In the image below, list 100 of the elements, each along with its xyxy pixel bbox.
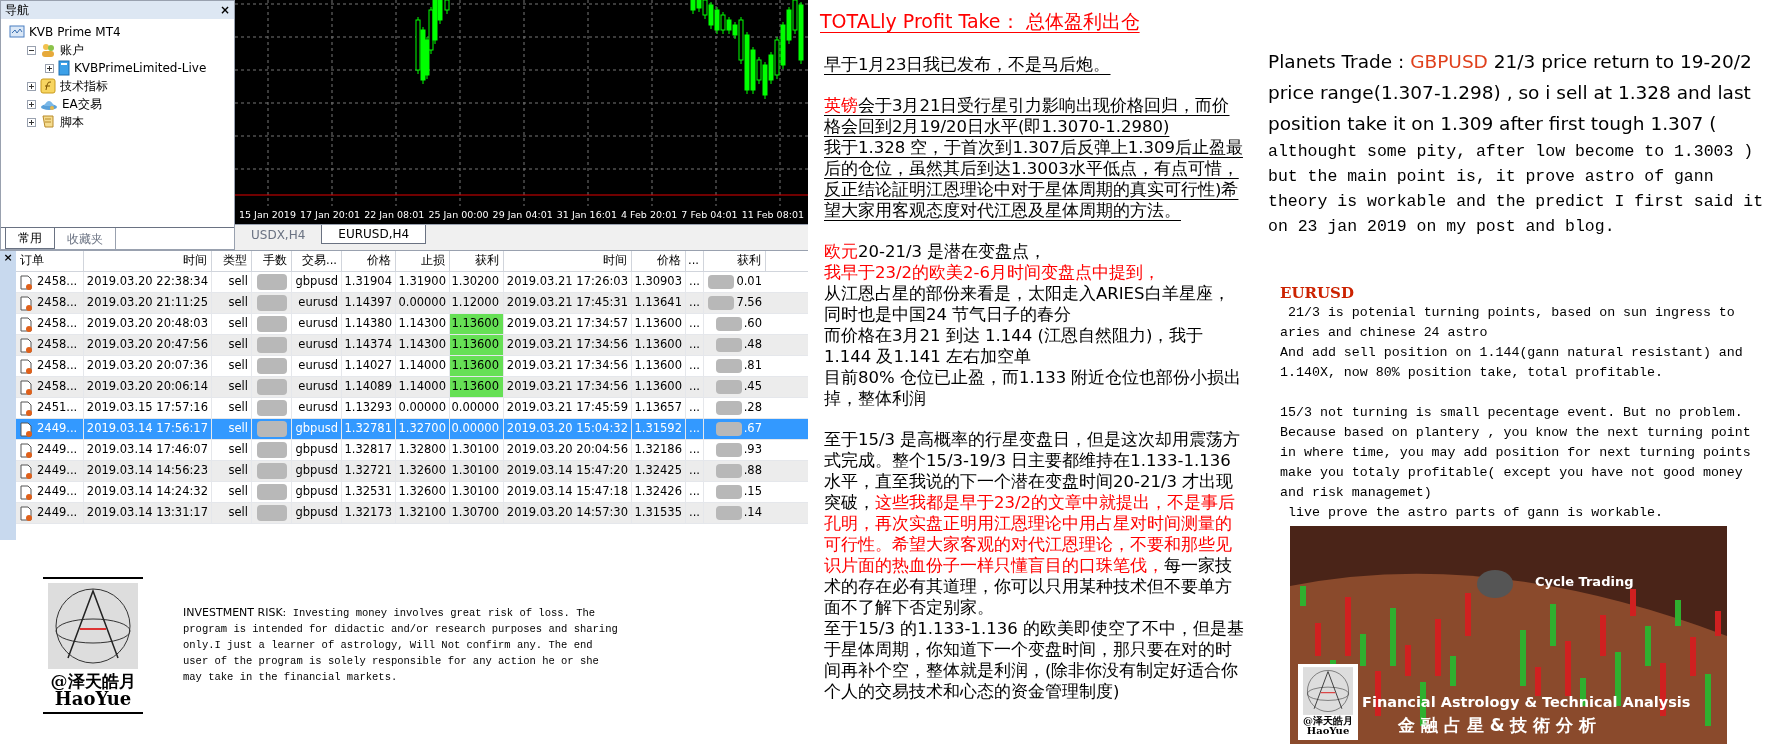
candle (1345, 597, 1351, 656)
expand-toggle-icon[interactable] (27, 117, 36, 127)
expand-toggle-icon[interactable] (45, 63, 54, 73)
tree-item[interactable]: EA交易 (62, 95, 102, 113)
column-header[interactable]: 交易... (292, 251, 342, 271)
redaction-blur (256, 295, 287, 311)
article-paragraph: 我于1.328 空，于首次到1.307后反弹上1.309后止盈最后的仓位，虽然其后到达1.3003水平低点，有点可惜，反正结论証明江恩理论中对于星体周期的真实可行性)希望大家用客观态度对代江恩及星体周期的方法。 (824, 137, 1244, 221)
table-cell: 1.14397 (342, 293, 396, 313)
table-cell: 1.30100 (450, 440, 504, 460)
redaction-blur (256, 442, 287, 458)
order-row[interactable]: 2458... 2019.03.20 22:38:34 sell gbpusd 1.31904 1.31900 1.30200 2019.03.21 17:26:03 1.30903 ... 0.01 (16, 272, 808, 293)
column-header[interactable]: 价格 (342, 251, 396, 271)
candle (1465, 593, 1471, 636)
table-cell: 1.31904 (342, 272, 396, 292)
table-cell: 2449... (37, 441, 78, 459)
order-row[interactable]: 2449... 2019.03.14 14:56:23 sell gbpusd 1.32721 1.32600 1.30100 2019.03.14 15:47:20 1.32425 ... .88 (16, 461, 808, 482)
axis-label: 22 Jan 08:01 (364, 207, 425, 222)
article-paragraph: 英镑会于3月21日受行星引力影响出现价格回归，而价格会回到2月19/20日水平(即1.3070-1.2980) (824, 95, 1231, 137)
close-button[interactable]: × (3, 251, 13, 263)
tree-item[interactable]: 脚本 (60, 113, 84, 131)
order-row[interactable]: 2458... 2019.03.20 21:11:25 sell eurusd 1.14397 0.00000 1.12000 2019.03.21 17:45:31 1.13641 ... 7.56 (16, 293, 808, 314)
collapse-toggle-icon[interactable] (27, 45, 36, 55)
order-icon (20, 505, 33, 521)
article-paragraph: 而价格在3月21 到达 1.144 (江恩自然阻力)，我于1.144 及1.141 左右加空单 (824, 325, 1205, 367)
order-row[interactable]: 2449... 2019.03.14 17:46:07 sell gbpusd 1.32817 1.32800 1.30100 2019.03.20 20:04:56 1.32186 ... .93 (16, 440, 808, 461)
tree-item[interactable]: KVB Prime MT4 (29, 23, 121, 41)
table-cell: 2019.03.14 14:56:23 (84, 461, 212, 481)
table-cell: eurusd (292, 356, 342, 376)
tree-item[interactable]: 账户 (60, 41, 84, 59)
table-cell: .28 (743, 399, 762, 417)
tree-item[interactable]: 技术指标 (60, 77, 108, 95)
candle (1705, 674, 1711, 726)
column-header[interactable]: 止损 (396, 251, 450, 271)
table-cell: 2019.03.15 17:57:16 (84, 398, 212, 418)
table-cell: ... (686, 293, 704, 313)
column-header[interactable]: 获利 (450, 251, 504, 271)
chart-tab[interactable]: USDX,H4 (235, 225, 322, 244)
tree-item[interactable]: KVBPrimeLimited-Live (74, 59, 207, 77)
candle (1690, 637, 1696, 676)
column-header[interactable]: 手数 (252, 251, 292, 271)
order-row[interactable]: 2449... 2019.03.14 13:31:17 sell gbpusd 1.32173 1.32100 1.30700 2019.03.20 14:57:30 1.31535 ... .14 (16, 503, 808, 524)
table-cell: 2458... (37, 294, 78, 312)
chart-tab[interactable]: EURUSD,H4 (321, 225, 427, 244)
expand-toggle-icon[interactable] (27, 99, 36, 109)
table-cell: sell (212, 419, 252, 439)
expand-toggle-icon[interactable] (27, 81, 36, 91)
redaction-blur (715, 380, 742, 394)
table-cell: 2019.03.20 20:48:03 (84, 314, 212, 334)
table-cell: 0.01 (736, 273, 762, 291)
column-header[interactable]: 价格 (632, 251, 686, 271)
article-paragraph: 21/3 is potenial turning points, based on sun ingress to aries and chinese 24 astro (1280, 304, 1736, 342)
table-cell: 1.32721 (342, 461, 396, 481)
close-button[interactable]: × (219, 4, 230, 16)
logo-text: HaoYue (1306, 726, 1350, 736)
table-cell: ... (686, 503, 704, 523)
table-cell: 2019.03.20 20:07:36 (84, 356, 212, 376)
order-icon (20, 400, 33, 416)
order-row[interactable]: 2458... 2019.03.20 20:48:03 sell eurusd 1.14380 1.14300 1.13600 2019.03.21 17:34:57 1.13600 ... .60 (16, 314, 808, 335)
column-header[interactable]: 获利 (704, 251, 766, 271)
column-header[interactable]: 时间 (504, 251, 632, 271)
table-cell: sell (212, 314, 252, 334)
table-cell: 1.32600 (396, 482, 450, 502)
column-header[interactable]: 类型 (212, 251, 252, 271)
table-cell: ... (686, 440, 704, 460)
order-row[interactable]: 2458... 2019.03.20 20:47:56 sell eurusd 1.14374 1.14300 1.13600 2019.03.21 17:34:56 1.13600 ... .48 (16, 335, 808, 356)
table-cell: 1.13600 (450, 377, 504, 397)
table-cell: .67 (743, 420, 762, 438)
order-row[interactable]: 2451... 2019.03.15 17:57:16 sell eurusd 1.13293 0.00000 0.00000 2019.03.21 17:45:59 1.13657 ... .28 (16, 398, 808, 419)
table-cell: 2019.03.14 15:47:20 (504, 461, 632, 481)
table-cell: sell (212, 272, 252, 292)
table-cell: 1.31592 (632, 419, 686, 439)
function-icon (40, 78, 56, 94)
table-cell: 1.30100 (450, 461, 504, 481)
table-cell: 2458... (37, 273, 78, 291)
order-row[interactable]: 2458... 2019.03.20 20:07:36 sell eurusd 1.14027 1.14000 1.13600 2019.03.21 17:34:56 1.13600 ... .81 (16, 356, 808, 377)
order-row[interactable]: 2449... 2019.03.14 14:24:32 sell gbpusd 1.32531 1.32600 1.30100 2019.03.14 15:47:18 1.32426 ... .15 (16, 482, 808, 503)
table-cell: 2019.03.20 20:04:56 (504, 440, 632, 460)
column-header[interactable]: ... (686, 251, 704, 271)
redaction-blur (256, 316, 287, 332)
article-paragraph: 早于1月23日我已发布，不是马后炮。 (824, 54, 1112, 75)
table-cell: 1.13600 (450, 335, 504, 355)
panel-title: 导航 (5, 2, 29, 19)
redaction-blur (715, 338, 742, 352)
order-icon (20, 484, 33, 500)
redaction-blur (715, 443, 742, 457)
table-cell: 1.13600 (632, 377, 686, 397)
column-header[interactable]: 时间 (84, 251, 212, 271)
panel-tab[interactable]: 收藏夹 (55, 228, 116, 249)
column-header[interactable]: 订单 (16, 251, 84, 271)
article-paragraph: 目前80% 仓位已止盈，而1.133 附近仓位也部份小损出掉，整体利润 (824, 367, 1243, 409)
candle (1520, 630, 1526, 686)
section-title: EURUSD (1280, 283, 1355, 303)
redaction-blur (708, 275, 735, 289)
order-row[interactable]: 2458... 2019.03.20 20:06:14 sell eurusd 1.14089 1.14000 1.13600 2019.03.21 17:34:56 1.13600 ... .45 (16, 377, 808, 398)
article-title: TOTALly Profit Take： 总体盈利出仓 (820, 9, 1141, 34)
table-cell: 1.14027 (342, 356, 396, 376)
article-paragraph: 至于15/3 的1.133-1.136 的欧美即使空了不中，但是基于星体周期，你知道下一个变盘时间，那只要在对的时间再补个空，整体就是利润，(除非你没有制定好适合你个人的交易技术和心态的资金管理制度) (824, 618, 1244, 702)
table-cell: 0.00000 (396, 293, 450, 313)
axis-label: 31 Jan 16:01 (556, 207, 617, 222)
panel-tab[interactable]: 常用 (5, 228, 55, 249)
